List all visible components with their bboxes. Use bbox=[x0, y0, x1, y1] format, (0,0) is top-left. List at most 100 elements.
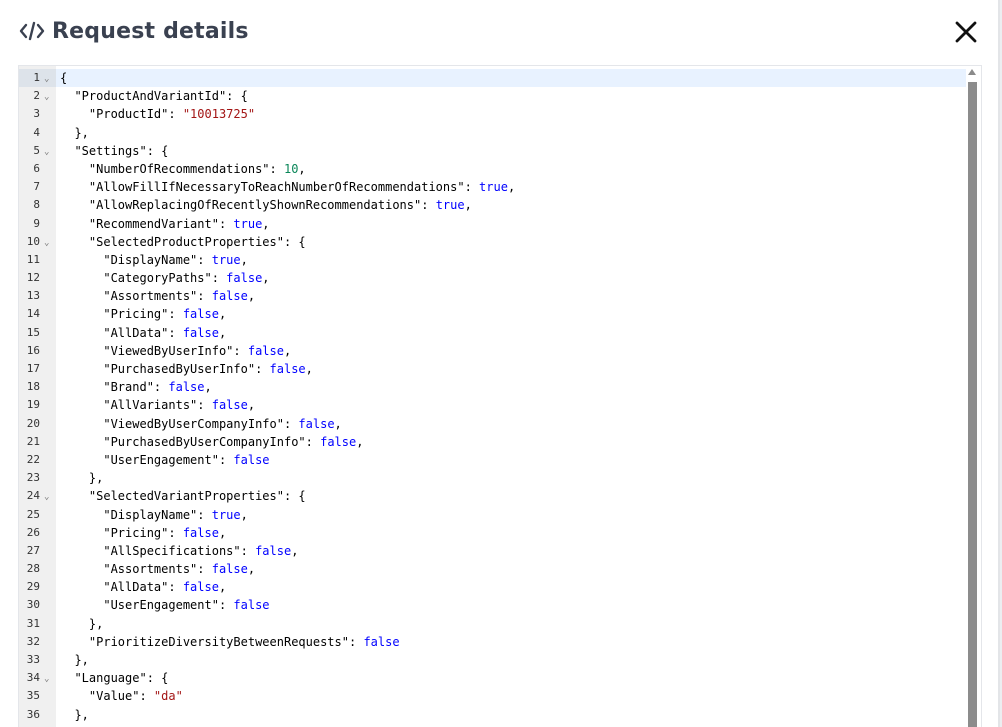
code-text: "PurchasedByUserInfo": false, bbox=[60, 360, 313, 378]
code-token: }, bbox=[60, 471, 104, 486]
line-number-cell: 18 bbox=[19, 378, 56, 396]
code-line[interactable]: 12 "CategoryPaths": false, bbox=[19, 269, 967, 287]
code-token: true bbox=[479, 180, 508, 195]
code-token: false bbox=[182, 525, 219, 540]
line-number: 36 bbox=[26, 707, 40, 721]
line-number-cell: 3 bbox=[19, 105, 56, 123]
code-line[interactable]: 24 ⌄ "SelectedVariantProperties": { bbox=[19, 487, 967, 505]
scroll-up-arrow-icon[interactable] bbox=[968, 69, 976, 75]
code-text: "UserEngagement": false bbox=[60, 596, 270, 614]
code-editor[interactable]: 1 ⌄{2 ⌄ "ProductAndVariantId": {3 "Product… bbox=[18, 65, 982, 727]
code-text: "ViewedByUserCompanyInfo": false, bbox=[60, 415, 342, 433]
code-line[interactable]: 9 "RecommendVariant": true, bbox=[19, 215, 967, 233]
code-line[interactable]: 8 "AllowReplacingOfRecentlyShownRecommen… bbox=[19, 196, 967, 214]
line-number-cell: 36 bbox=[19, 706, 56, 724]
line-number: 15 bbox=[26, 325, 40, 339]
code-line[interactable]: 4 }, bbox=[19, 124, 967, 142]
line-number-cell: 15 bbox=[19, 324, 56, 342]
chevron-down-icon[interactable]: ⌄ bbox=[44, 488, 49, 506]
code-token: "PurchasedByUserInfo": bbox=[60, 362, 270, 376]
code-line[interactable]: 16 "ViewedByUserInfo": false, bbox=[19, 342, 967, 360]
code-line[interactable]: 29 "AllData": false, bbox=[19, 578, 967, 596]
code-token: "SelectedProductProperties": { bbox=[60, 234, 306, 249]
line-number-cell: 33 bbox=[19, 651, 56, 669]
code-text: "Settings": { bbox=[60, 142, 168, 160]
code-line[interactable]: 1 ⌄{ bbox=[19, 69, 967, 88]
code-token: false bbox=[233, 598, 270, 613]
code-line[interactable]: 30 "UserEngagement": false bbox=[19, 596, 967, 614]
code-line[interactable]: 7 "AllowFillIfNecessaryToReachNumberOfRe… bbox=[19, 178, 967, 196]
code-line[interactable]: 18 "Brand": false, bbox=[19, 378, 967, 396]
line-number: 30 bbox=[26, 598, 40, 612]
code-token: false bbox=[363, 634, 400, 649]
code-line[interactable]: 2 ⌄ "ProductAndVariantId": { bbox=[19, 87, 967, 105]
line-number: 28 bbox=[26, 562, 40, 576]
code-token: , bbox=[218, 307, 227, 322]
code-token: "AllowFillIfNecessaryToReachNumberOfReco… bbox=[60, 180, 480, 195]
line-number-cell: 26 bbox=[19, 524, 56, 542]
code-token: }, bbox=[60, 707, 89, 722]
code-token: , bbox=[262, 271, 270, 286]
code-token: , bbox=[262, 216, 270, 231]
code-line[interactable]: 36 }, bbox=[19, 706, 967, 724]
code-line[interactable]: 21 "PurchasedByUserCompanyInfo": false, bbox=[19, 433, 967, 451]
code-text: "DisplayName": true, bbox=[60, 251, 248, 269]
chevron-down-icon[interactable]: ⌄ bbox=[44, 88, 49, 106]
chevron-down-icon[interactable]: ⌄ bbox=[44, 670, 49, 688]
line-number: 29 bbox=[26, 580, 40, 594]
code-token: false bbox=[226, 271, 263, 286]
code-token: false bbox=[247, 343, 284, 358]
code-line[interactable]: 10 ⌄ "SelectedProductProperties": { bbox=[19, 233, 967, 251]
code-line[interactable]: 11 "DisplayName": true, bbox=[19, 251, 967, 269]
code-token: false bbox=[233, 452, 270, 467]
code-line[interactable]: 27 "AllSpecifications": false, bbox=[19, 542, 967, 560]
line-number-cell: 20 bbox=[19, 415, 56, 433]
code-line[interactable]: 31 }, bbox=[19, 615, 967, 633]
line-number-cell: 21 bbox=[19, 433, 56, 451]
code-line[interactable]: 14 "Pricing": false, bbox=[19, 305, 967, 323]
code-token: "10013725" bbox=[182, 107, 256, 122]
code-line[interactable]: 35 "Value": "da" bbox=[19, 687, 967, 705]
code-line[interactable]: 22 "UserEngagement": false bbox=[19, 451, 967, 469]
code-line[interactable]: 25 "DisplayName": true, bbox=[19, 506, 967, 524]
code-line[interactable]: 5 ⌄ "Settings": { bbox=[19, 142, 967, 160]
code-text: "DisplayName": true, bbox=[60, 506, 248, 524]
code-line[interactable]: 20 "ViewedByUserCompanyInfo": false, bbox=[19, 415, 967, 433]
line-number-cell: 2 ⌄ bbox=[19, 87, 56, 105]
code-token: 10 bbox=[283, 161, 299, 176]
code-token: false bbox=[298, 416, 335, 431]
line-number-cell: 34 ⌄ bbox=[19, 669, 56, 687]
chevron-down-icon[interactable]: ⌄ bbox=[44, 70, 49, 88]
code-line[interactable]: 19 "AllVariants": false, bbox=[19, 396, 967, 414]
chevron-down-icon[interactable]: ⌄ bbox=[44, 234, 49, 252]
code-line[interactable]: 32 "PrioritizeDiversityBetweenRequests":… bbox=[19, 633, 967, 651]
code-line[interactable]: 33 }, bbox=[19, 651, 967, 669]
line-number-cell: 9 bbox=[19, 215, 56, 233]
code-line[interactable]: 34 ⌄ "Language": { bbox=[19, 669, 967, 687]
code-line[interactable]: 23 }, bbox=[19, 469, 967, 487]
code-line[interactable]: 28 "Assortments": false, bbox=[19, 560, 967, 578]
code-token: }, bbox=[60, 616, 104, 631]
vertical-scrollbar[interactable] bbox=[966, 68, 978, 727]
code-token: "da" bbox=[153, 689, 183, 704]
code-token: , bbox=[464, 198, 472, 213]
code-line[interactable]: 15 "AllData": false, bbox=[19, 324, 967, 342]
scrollbar-thumb[interactable] bbox=[968, 82, 977, 727]
code-token: "AllData": bbox=[60, 580, 183, 595]
line-number-cell: 29 bbox=[19, 578, 56, 596]
code-line[interactable]: 26 "Pricing": false, bbox=[19, 524, 967, 542]
line-number: 1 bbox=[33, 71, 40, 84]
close-icon[interactable] bbox=[953, 19, 979, 45]
code-text: }, bbox=[60, 651, 88, 669]
line-number-cell: 31 bbox=[19, 615, 56, 633]
code-line[interactable]: 3 "ProductId": "10013725" bbox=[19, 105, 967, 123]
code-text: "AllData": false, bbox=[60, 578, 226, 596]
code-token: , bbox=[334, 416, 342, 431]
line-number: 27 bbox=[26, 543, 40, 557]
code-line[interactable]: 17 "PurchasedByUserInfo": false, bbox=[19, 360, 967, 378]
chevron-down-icon[interactable]: ⌄ bbox=[44, 143, 49, 161]
code-text: "UserEngagement": false bbox=[60, 451, 270, 469]
close-button[interactable] bbox=[953, 19, 979, 45]
code-line[interactable]: 6 "NumberOfRecommendations": 10, bbox=[19, 160, 967, 178]
code-line[interactable]: 13 "Assortments": false, bbox=[19, 287, 967, 305]
